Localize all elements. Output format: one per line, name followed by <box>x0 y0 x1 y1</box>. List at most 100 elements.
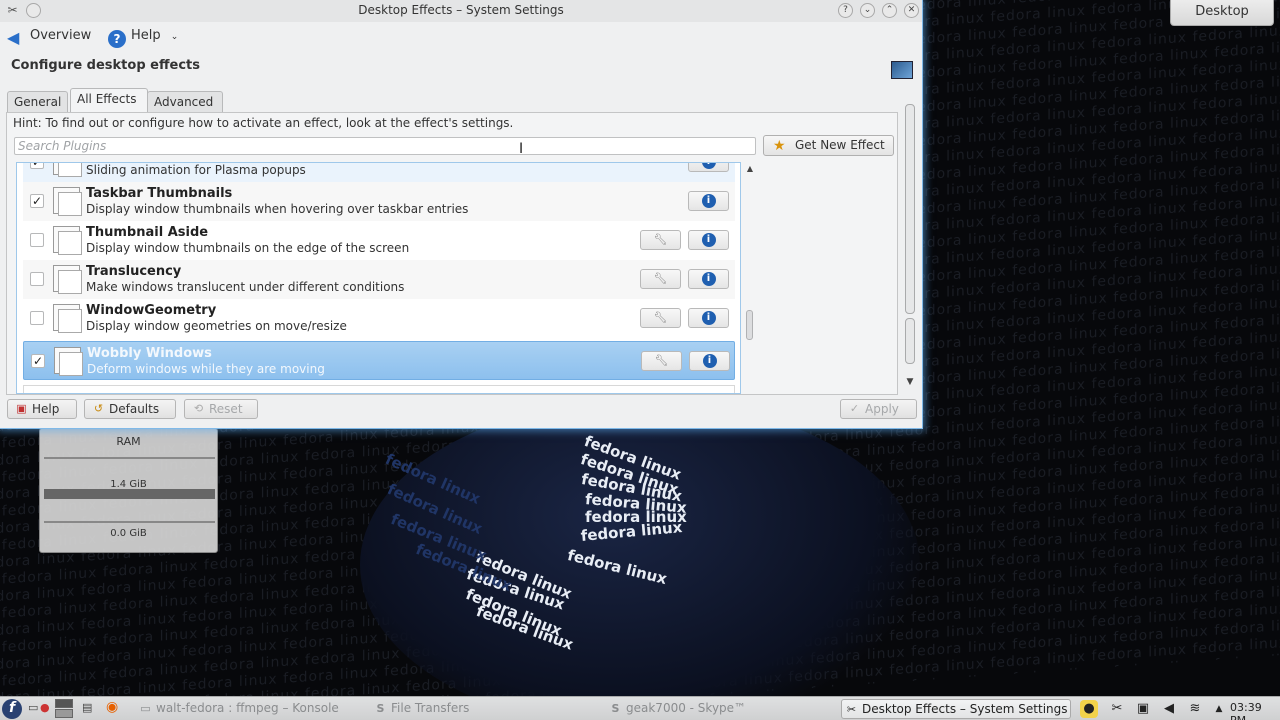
effect-description: Display window thumbnails on the edge of… <box>86 241 410 255</box>
help-label: Help <box>131 28 161 43</box>
task-skype[interactable]: Sgeak7000 - Skype™ <box>606 699 806 719</box>
terminal-icon: ▭ <box>140 702 151 715</box>
get-new-effect-button[interactable]: ★ Get New Effect <box>763 135 894 156</box>
close-button[interactable]: ✕ <box>904 3 919 18</box>
fedora-launcher-icon[interactable]: f <box>2 699 22 719</box>
configure-effect-button[interactable]: 🔧︎ <box>640 269 681 289</box>
search-input[interactable]: Search Plugins <box>14 137 756 155</box>
effect-description: Make windows translucent under different… <box>86 280 405 294</box>
configure-effect-button[interactable]: 🔧︎ <box>640 308 681 328</box>
task-file-transfers[interactable]: S File Transfers <box>371 699 571 719</box>
configure-effect-button[interactable]: 🔧︎ <box>640 230 681 250</box>
effect-checkbox[interactable] <box>30 311 44 325</box>
effect-checkbox[interactable] <box>30 272 44 286</box>
pager-desktop-2[interactable] <box>55 709 73 718</box>
skype-icon: S <box>611 702 620 715</box>
help-book-icon: ▣ <box>16 402 27 415</box>
effect-info-button[interactable]: i <box>688 191 729 211</box>
effect-description: Display window geometries on move/resize <box>86 319 347 333</box>
effect-row[interactable]: Thumbnail Aside Display window thumbnails… <box>23 221 735 260</box>
defaults-button[interactable]: ↺ Defaults <box>84 399 176 419</box>
effect-checkbox[interactable] <box>30 233 44 247</box>
volume-icon[interactable]: ◀ <box>1160 700 1178 718</box>
info-icon: i <box>701 194 716 208</box>
info-icon: i <box>702 354 717 368</box>
tab-all-effects[interactable]: All Effects <box>70 88 148 113</box>
tools-icon: ✂ <box>846 703 857 716</box>
wrench-icon: 🔧︎ <box>653 272 668 285</box>
clipboard-icon[interactable]: ▣ <box>1134 700 1152 718</box>
effect-row[interactable]: ✓ Wobbly Windows Deform windows while they… <box>23 341 735 380</box>
effect-info-button[interactable]: i <box>688 230 729 250</box>
reset-button-label: Reset <box>209 402 243 416</box>
scroll-down-arrow[interactable]: ▼ <box>903 377 917 387</box>
effect-checkbox[interactable]: ✓ <box>31 354 45 368</box>
firefox-icon[interactable]: ◉ <box>106 699 118 715</box>
tools-tray-icon[interactable]: ✂ <box>1108 700 1126 718</box>
maximize-button[interactable]: ⌃ <box>882 3 897 18</box>
effect-window-icon <box>53 187 82 216</box>
task-desktop-effects[interactable]: ✂ Desktop Effects – System Settings <box>841 699 1071 719</box>
configure-effect-button[interactable]: 🔧︎ <box>641 351 682 371</box>
apply-button[interactable]: ✓ Apply <box>840 399 917 419</box>
effect-row[interactable]: ✓ Sliding animation for Plasma popups i <box>23 163 735 182</box>
effects-list-scrollbar[interactable]: ▲ <box>744 162 756 394</box>
chevron-down-icon: ⌄ <box>170 32 179 42</box>
context-help-button[interactable]: ? <box>838 3 853 18</box>
help-button[interactable]: ▣ Help <box>7 399 77 419</box>
help-button-label: Help <box>32 402 60 416</box>
effect-row[interactable]: ✓ Taskbar Thumbnails Display window thumbn… <box>23 182 735 221</box>
help-menu-button[interactable]: ? Help ⌄ <box>108 25 179 48</box>
pane-scrollbar-thumb[interactable] <box>905 104 915 314</box>
devices-icon[interactable]: ● <box>40 701 50 714</box>
effects-list[interactable]: ✓ Sliding animation for Plasma popups i ✓ Ta… <box>16 162 741 394</box>
effect-info-button[interactable]: i <box>688 163 729 172</box>
effect-info-button[interactable]: i <box>688 269 729 289</box>
effect-description: Deform windows while they are moving <box>87 362 325 376</box>
clock: 03:39 PM <box>1230 701 1262 720</box>
pane-scrollbar[interactable]: ▼ <box>903 104 917 392</box>
effect-checkbox[interactable]: ✓ <box>30 194 44 208</box>
system-settings-window: ✂ Desktop Effects – System Settings ? ⌄ … <box>0 0 923 429</box>
effect-name: WindowGeometry <box>86 303 217 318</box>
scroll-up-arrow[interactable]: ▲ <box>744 164 756 173</box>
overview-button[interactable]: ◀ Overview <box>7 25 91 47</box>
effect-window-icon <box>53 304 82 333</box>
virtual-desktop-pager[interactable] <box>55 699 73 719</box>
effect-info-button[interactable]: i <box>689 351 730 371</box>
task-file-transfers-label: File Transfers <box>391 701 470 715</box>
show-desktop-icon[interactable]: ▤ <box>82 701 92 714</box>
effect-checkbox[interactable]: ✓ <box>30 163 44 169</box>
desktop-button[interactable]: Desktop <box>1170 0 1274 26</box>
reset-button[interactable]: ⟲ Reset <box>184 399 258 419</box>
ram-value-bottom: 0.0 GiB <box>110 528 147 539</box>
info-icon: i <box>701 311 716 325</box>
effect-description: Display window thumbnails when hovering … <box>86 202 469 216</box>
ram-usage-bar <box>44 489 215 499</box>
activity-icon[interactable]: ▭ <box>28 701 38 714</box>
expand-tray-icon[interactable]: ▲ <box>1210 700 1228 718</box>
window-title: Desktop Effects – System Settings <box>358 3 564 17</box>
scrollbar-thumb[interactable] <box>746 310 753 340</box>
tab-advanced[interactable]: Advanced <box>147 91 223 113</box>
effect-row[interactable]: WindowGeometry Display window geometries … <box>23 299 735 338</box>
effect-name: Thumbnail Aside <box>86 225 209 240</box>
pager-desktop-1[interactable] <box>55 699 73 708</box>
effect-info-button[interactable]: i <box>688 308 729 328</box>
effect-window-icon <box>53 163 82 177</box>
notifications-icon[interactable]: ● <box>1080 700 1098 718</box>
effect-row[interactable]: Translucency Make windows translucent und… <box>23 260 735 299</box>
wrench-icon: 🔧︎ <box>653 311 668 324</box>
tab-general[interactable]: General <box>7 91 68 113</box>
wifi-icon[interactable]: ≋ <box>1186 700 1204 718</box>
info-icon: i <box>701 233 716 247</box>
effect-description: Sliding animation for Plasma popups <box>86 163 306 177</box>
wrench-icon: 🔧︎ <box>654 354 669 367</box>
effect-row[interactable] <box>23 385 735 393</box>
title-bar[interactable]: ✂ Desktop Effects – System Settings ? ⌄ … <box>0 0 922 22</box>
task-konsole[interactable]: ▭ walt-fedora : ffmpeg – Konsole <box>136 699 339 719</box>
info-icon: i <box>701 272 716 286</box>
toolbar: ◀ Overview ? Help ⌄ <box>0 23 922 49</box>
minimize-button[interactable]: ⌄ <box>860 3 875 18</box>
effect-window-icon <box>53 226 82 255</box>
